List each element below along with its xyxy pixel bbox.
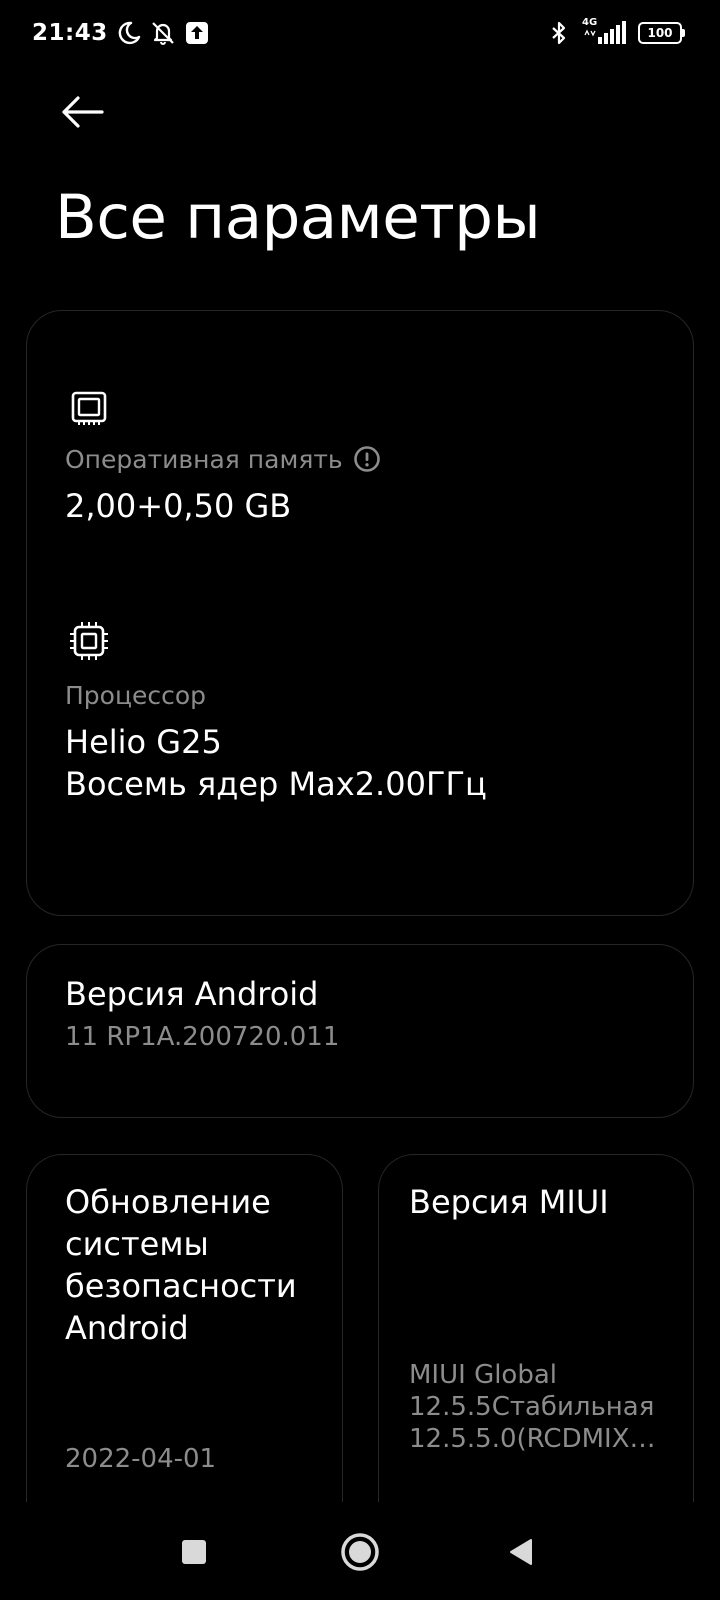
bell-off-icon: [150, 20, 176, 46]
upload-notification-icon: [184, 20, 210, 46]
android-version-title: Версия Android: [65, 975, 319, 1013]
battery-icon: 100: [638, 22, 685, 44]
home-button[interactable]: [338, 1530, 382, 1574]
battery-level: 100: [647, 26, 673, 40]
page-title: Все параметры: [55, 182, 541, 253]
security-update-title-line: системы: [65, 1225, 209, 1263]
security-update-date: 2022-04-01: [65, 1444, 217, 1474]
ram-label: Оперативная память: [65, 445, 381, 475]
status-bar-right: 4G 100: [546, 17, 685, 46]
status-bar: 21:43 4G 100: [0, 0, 720, 70]
processor-icon: [69, 621, 109, 661]
miui-version-title: Версия MIUI: [409, 1183, 609, 1221]
cpu-cores: Восемь ядер Max2.00ГГц: [65, 765, 487, 803]
security-update-title: Обновление системы безопасности Android: [65, 1181, 297, 1349]
miui-version-line: 12.5.5.0(RCDMIX…: [409, 1424, 656, 1454]
moon-icon: [116, 20, 142, 46]
android-version-card[interactable]: Версия Android 11 RP1A.200720.011: [26, 944, 694, 1118]
nav-back-button[interactable]: [500, 1530, 544, 1574]
arrow-left-icon: [62, 96, 104, 128]
bluetooth-icon: [546, 20, 572, 46]
ram-value: 2,00+0,50 GB: [65, 487, 292, 525]
miui-version-line: 12.5.5Стабильная: [409, 1392, 655, 1422]
security-update-title-line: Обновление: [65, 1183, 271, 1221]
recents-button[interactable]: [172, 1530, 216, 1574]
memory-chip-icon: [69, 387, 109, 427]
back-button[interactable]: [58, 92, 108, 132]
navigation-bar: [0, 1502, 720, 1600]
miui-version-value: MIUI Global 12.5.5Стабильная 12.5.5.0(RC…: [409, 1359, 656, 1455]
recents-square-icon: [182, 1540, 206, 1564]
security-update-title-line: безопасности: [65, 1267, 297, 1305]
clock: 21:43: [32, 20, 108, 46]
info-icon[interactable]: [353, 445, 381, 473]
security-update-card[interactable]: Обновление системы безопасности Android …: [26, 1154, 343, 1554]
security-update-title-line: Android: [65, 1309, 189, 1347]
signal-4g-icon: 4G: [582, 17, 628, 46]
cpu-label: Процессор: [65, 681, 207, 710]
miui-version-line: MIUI Global: [409, 1360, 558, 1390]
ram-label-text: Оперативная память: [65, 445, 343, 474]
status-bar-left: 21:43: [32, 20, 210, 46]
specs-card: Оперативная память 2,00+0,50 GB Процессо…: [26, 310, 694, 916]
home-circle-icon: [341, 1533, 379, 1571]
back-triangle-icon: [510, 1539, 532, 1565]
cpu-model: Helio G25: [65, 723, 222, 761]
miui-version-card[interactable]: Версия MIUI MIUI Global 12.5.5Стабильная…: [378, 1154, 694, 1554]
android-version-value: 11 RP1A.200720.011: [65, 1022, 340, 1052]
